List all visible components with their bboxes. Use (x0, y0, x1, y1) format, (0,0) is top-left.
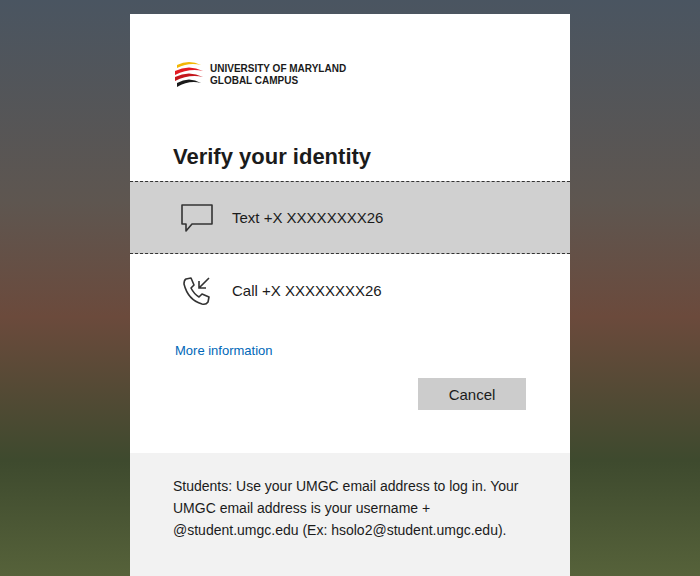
verify-option[interactable]: Text +X XXXXXXXX26 (130, 181, 570, 254)
verify-card: UNIVERSITY OF MARYLAND GLOBAL CAMPUS Ver… (130, 14, 570, 576)
logo-line: GLOBAL CAMPUS (210, 75, 346, 87)
cancel-button[interactable]: Cancel (418, 378, 526, 410)
swoosh-icon (173, 59, 205, 91)
chat-bubble-icon (180, 202, 214, 234)
login-page: UNIVERSITY OF MARYLAND GLOBAL CAMPUS Ver… (0, 0, 700, 576)
button-row: Cancel (130, 378, 526, 410)
more-information-link[interactable]: More information (175, 342, 273, 360)
option-list: Text +X XXXXXXXX26 Call +X XXXXXXXX26 (130, 181, 570, 327)
logo-line: UNIVERSITY OF MARYLAND (210, 63, 346, 75)
footer-note: Students: Use your UMGC email address to… (130, 453, 570, 576)
page-title: Verify your identity (173, 143, 570, 171)
incoming-call-icon (180, 275, 214, 307)
umgc-logo: UNIVERSITY OF MARYLAND GLOBAL CAMPUS (173, 58, 570, 92)
option-label: Text +X XXXXXXXX26 (232, 209, 383, 226)
footer-text: Students: Use your UMGC email address to… (173, 475, 530, 541)
verify-option[interactable]: Call +X XXXXXXXX26 (130, 254, 570, 327)
option-label: Call +X XXXXXXXX26 (232, 282, 382, 299)
